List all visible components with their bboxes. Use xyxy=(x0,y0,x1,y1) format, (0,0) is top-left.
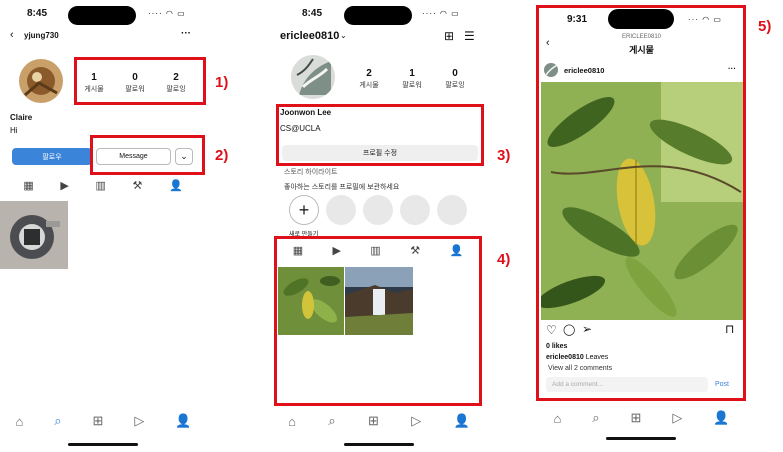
highlight-placeholder xyxy=(363,195,393,225)
highlight-box-1 xyxy=(74,57,206,105)
stat-posts[interactable]: 2 게시물 xyxy=(350,68,388,90)
reels-nav-icon[interactable]: ▷ xyxy=(134,413,144,429)
bottom-nav: ⌂ ⌕ ⊞ ▷ 👤 xyxy=(538,409,745,427)
highlights-title: 스토리 하이라이트 xyxy=(284,169,338,176)
grid-icon[interactable]: ▦ xyxy=(23,179,33,192)
bottom-nav: ⌂ ⌕ ⊞ ▷ 👤 xyxy=(272,412,486,430)
highlight-placeholder xyxy=(400,195,430,225)
reels-icon[interactable]: ▶ xyxy=(60,179,68,192)
tools-icon[interactable]: ⚒ xyxy=(132,179,142,192)
create-icon[interactable]: ⊞ xyxy=(368,413,379,429)
more-icon[interactable]: ··· xyxy=(181,28,191,39)
home-icon[interactable]: ⌂ xyxy=(288,414,296,429)
plus-icon[interactable]: + xyxy=(289,195,319,225)
highlight-placeholder xyxy=(326,195,356,225)
highlight-box-2 xyxy=(90,135,205,175)
profile-bio: Hi xyxy=(10,126,18,135)
guide-icon[interactable]: ▥ xyxy=(95,179,105,192)
annotation-label-3: 3) xyxy=(497,147,511,164)
avatar[interactable] xyxy=(19,59,63,103)
highlight-box-4 xyxy=(274,236,482,406)
status-icons: ···· ◠ ▭ xyxy=(148,9,186,18)
profile-stats: 2 게시물 1 팔로워 0 팔로잉 xyxy=(350,68,474,90)
highlight-placeholder xyxy=(437,195,467,225)
profile-username[interactable]: ericlee0810 xyxy=(280,30,339,42)
dynamic-island xyxy=(68,6,136,25)
annotation-label-1: 1) xyxy=(215,74,229,91)
create-icon[interactable]: ⊞ xyxy=(631,410,642,426)
reels-nav-icon[interactable]: ▷ xyxy=(411,413,421,429)
tagged-icon[interactable]: 👤 xyxy=(169,179,183,192)
profile-name: Claire xyxy=(10,113,33,122)
back-icon[interactable]: ‹ xyxy=(10,29,14,41)
menu-icon[interactable]: ☰ xyxy=(464,29,475,43)
stat-following[interactable]: 0 팔로잉 xyxy=(436,68,474,90)
home-icon[interactable]: ⌂ xyxy=(15,414,23,429)
annotation-label-4: 4) xyxy=(497,251,511,268)
create-icon[interactable]: ⊞ xyxy=(93,413,104,429)
status-icons: ···· ◠ ▭ xyxy=(422,9,460,18)
profile-tabs: ▦ ▶ ▥ ⚒ 👤 xyxy=(10,178,196,192)
home-icon[interactable]: ⌂ xyxy=(553,411,561,426)
highlight-box-3 xyxy=(276,104,484,166)
highlight-box-5 xyxy=(536,5,746,401)
search-icon[interactable]: ⌕ xyxy=(328,413,335,429)
create-post-icon[interactable]: ⊞ xyxy=(444,29,454,43)
profile-nav-icon[interactable]: 👤 xyxy=(454,413,470,429)
chevron-down-icon[interactable]: ⌄ xyxy=(340,31,347,40)
status-time: 8:45 xyxy=(27,8,48,19)
stat-followers[interactable]: 1 팔로워 xyxy=(393,68,431,90)
annotation-label-2: 2) xyxy=(215,147,229,164)
annotation-label-5: 5) xyxy=(758,18,772,35)
highlights-subtitle: 좋아하는 스토리를 프로필에 보관하세요 xyxy=(284,184,400,191)
post-thumbnail[interactable] xyxy=(0,201,68,269)
profile-nav-icon[interactable]: 👤 xyxy=(175,413,191,429)
reels-nav-icon[interactable]: ▷ xyxy=(672,410,682,426)
bottom-nav: ⌂ ⌕ ⊞ ▷ 👤 xyxy=(0,412,207,430)
search-icon[interactable]: ⌕ xyxy=(592,410,599,426)
follow-button[interactable]: 팔로우 xyxy=(12,148,92,165)
dynamic-island xyxy=(344,6,412,25)
profile-nav-icon[interactable]: 👤 xyxy=(713,410,729,426)
status-time: 8:45 xyxy=(302,8,323,19)
search-icon[interactable]: ⌕ xyxy=(54,413,61,429)
home-indicator xyxy=(68,443,138,446)
profile-username: yjung730 xyxy=(24,31,59,40)
home-indicator xyxy=(344,443,414,446)
avatar[interactable] xyxy=(291,55,335,99)
home-indicator xyxy=(606,437,676,440)
